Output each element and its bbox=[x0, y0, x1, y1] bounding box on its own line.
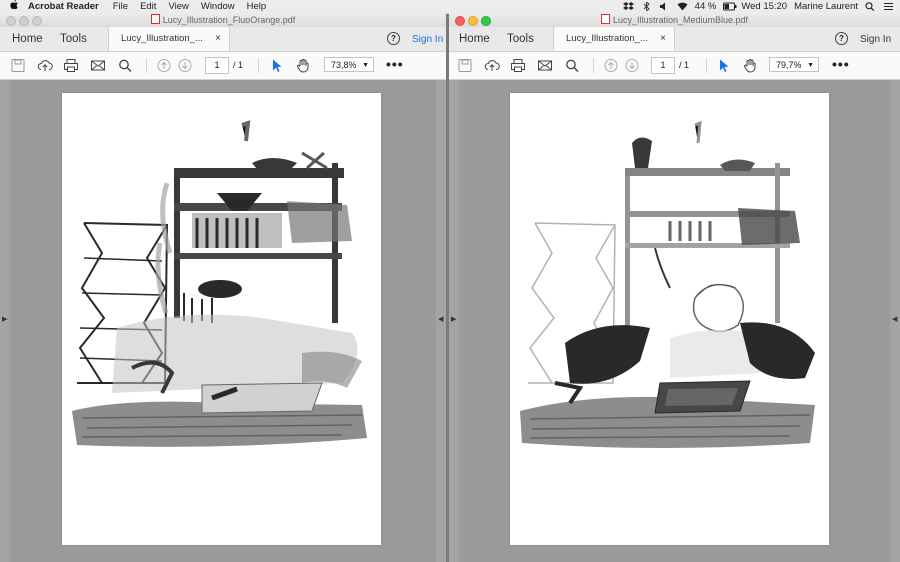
acrobat-window-left: Lucy_Illustration_FluoOrange.pdf Home To… bbox=[0, 13, 446, 562]
menu-file[interactable]: File bbox=[113, 1, 128, 12]
upload-icon[interactable] bbox=[37, 58, 53, 73]
right-panel-toggle[interactable]: ◀ bbox=[436, 80, 446, 562]
battery-percent: 44 % bbox=[694, 1, 717, 12]
close-tab-icon[interactable]: × bbox=[660, 27, 666, 51]
more-options-icon[interactable]: ••• bbox=[386, 56, 404, 72]
close-tab-icon[interactable]: × bbox=[215, 27, 221, 51]
page-total: / 1 bbox=[679, 60, 690, 70]
illustration-image bbox=[72, 120, 367, 447]
acrobat-window-right: Lucy_Illustration_MediumBlue.pdf Home To… bbox=[449, 13, 900, 562]
zoom-window-button[interactable] bbox=[32, 16, 42, 26]
page-number-input[interactable]: 1 bbox=[205, 57, 229, 74]
zoom-search-icon[interactable] bbox=[564, 58, 580, 73]
menu-edit[interactable]: Edit bbox=[140, 1, 156, 12]
pdf-page bbox=[62, 93, 381, 545]
menu-help[interactable]: Help bbox=[247, 1, 267, 12]
document-area[interactable]: ▶ ◀ bbox=[449, 80, 900, 562]
apple-icon[interactable] bbox=[10, 0, 20, 13]
battery-icon[interactable] bbox=[723, 2, 737, 11]
search-icon[interactable] bbox=[865, 2, 876, 12]
tab-bar: Home Tools Lucy_Illustration_... × ? Sig… bbox=[0, 27, 446, 52]
wifi-icon[interactable] bbox=[677, 2, 688, 11]
email-icon[interactable] bbox=[90, 58, 106, 73]
close-window-button[interactable] bbox=[455, 16, 465, 26]
tab-bar: Home Tools Lucy_Illustration_... × ? Sig… bbox=[449, 27, 900, 52]
chevron-right-icon: ▶ bbox=[2, 316, 8, 323]
title-bar[interactable]: Lucy_Illustration_MediumBlue.pdf bbox=[449, 13, 900, 27]
minimize-window-button[interactable] bbox=[468, 16, 478, 26]
pdf-file-icon bbox=[600, 14, 610, 24]
email-icon[interactable] bbox=[537, 58, 553, 73]
print-icon[interactable] bbox=[510, 58, 526, 73]
upload-icon[interactable] bbox=[484, 58, 500, 73]
help-icon[interactable]: ? bbox=[835, 32, 848, 45]
hand-icon[interactable] bbox=[742, 58, 758, 73]
menu-window[interactable]: Window bbox=[201, 1, 235, 12]
zoom-select[interactable]: 73,8% ▼ bbox=[324, 57, 374, 72]
page-number-input[interactable]: 1 bbox=[651, 57, 675, 74]
volume-icon[interactable] bbox=[659, 2, 670, 11]
print-icon[interactable] bbox=[63, 58, 79, 73]
left-panel-toggle[interactable]: ▶ bbox=[449, 80, 459, 562]
more-options-icon[interactable]: ••• bbox=[832, 56, 850, 72]
toolbar: 1 / 1 73,8% ▼ ••• bbox=[0, 52, 446, 80]
save-icon[interactable] bbox=[457, 58, 473, 73]
zoom-value: 79,7% bbox=[776, 60, 802, 70]
menu-view[interactable]: View bbox=[168, 1, 188, 12]
page-total: / 1 bbox=[233, 60, 244, 70]
select-arrow-icon[interactable] bbox=[268, 58, 284, 73]
toolbar-divider bbox=[706, 58, 707, 73]
chevron-down-icon: ▼ bbox=[362, 62, 369, 69]
chevron-left-icon: ◀ bbox=[438, 316, 444, 323]
page-up-icon[interactable] bbox=[156, 58, 172, 73]
home-tab[interactable]: Home bbox=[459, 33, 490, 45]
save-icon[interactable] bbox=[10, 58, 26, 73]
zoom-window-button[interactable] bbox=[481, 16, 491, 26]
zoom-select[interactable]: 79,7% ▼ bbox=[769, 57, 819, 72]
right-panel-toggle[interactable]: ◀ bbox=[890, 80, 900, 562]
toolbar-divider bbox=[146, 58, 147, 73]
toolbar: 1 / 1 79,7% ▼ ••• bbox=[449, 52, 900, 80]
tools-tab[interactable]: Tools bbox=[60, 33, 87, 45]
sign-in-link[interactable]: Sign In bbox=[860, 34, 891, 45]
document-tab-label: Lucy_Illustration_... bbox=[121, 33, 203, 44]
left-panel-toggle[interactable]: ▶ bbox=[0, 80, 10, 562]
sign-in-link[interactable]: Sign In bbox=[412, 34, 443, 45]
document-area[interactable]: ▶ ◀ bbox=[0, 80, 446, 562]
toolbar-divider bbox=[593, 58, 594, 73]
clock[interactable]: Wed 15:20 bbox=[741, 1, 787, 12]
window-title: Lucy_Illustration_FluoOrange.pdf bbox=[162, 15, 296, 25]
document-tab-label: Lucy_Illustration_... bbox=[566, 33, 648, 44]
help-icon[interactable]: ? bbox=[387, 32, 400, 45]
bluetooth-icon[interactable] bbox=[641, 1, 652, 12]
illustration-image bbox=[520, 120, 815, 448]
chevron-right-icon: ▶ bbox=[451, 316, 457, 323]
chevron-left-icon: ◀ bbox=[892, 316, 898, 323]
pdf-page bbox=[510, 93, 829, 545]
toolbar-divider bbox=[258, 58, 259, 73]
document-tab[interactable]: Lucy_Illustration_... × bbox=[553, 27, 675, 51]
document-tab[interactable]: Lucy_Illustration_... × bbox=[108, 27, 230, 51]
title-bar[interactable]: Lucy_Illustration_FluoOrange.pdf bbox=[0, 13, 446, 27]
minimize-window-button[interactable] bbox=[19, 16, 29, 26]
dropbox-icon[interactable] bbox=[622, 2, 634, 11]
page-up-icon[interactable] bbox=[603, 58, 619, 73]
tools-tab[interactable]: Tools bbox=[507, 33, 534, 45]
select-arrow-icon[interactable] bbox=[715, 58, 731, 73]
page-down-icon[interactable] bbox=[624, 58, 640, 73]
zoom-search-icon[interactable] bbox=[117, 58, 133, 73]
page-down-icon[interactable] bbox=[177, 58, 193, 73]
menu-bar: Acrobat Reader File Edit View Window Hel… bbox=[0, 0, 900, 14]
pdf-file-icon bbox=[150, 14, 160, 24]
chevron-down-icon: ▼ bbox=[807, 62, 814, 69]
user-name[interactable]: Marine Laurent bbox=[794, 1, 858, 12]
close-window-button[interactable] bbox=[6, 16, 16, 26]
zoom-value: 73,8% bbox=[331, 60, 357, 70]
app-menu[interactable]: Acrobat Reader bbox=[28, 1, 99, 12]
list-icon[interactable] bbox=[883, 2, 894, 11]
hand-icon[interactable] bbox=[295, 58, 311, 73]
home-tab[interactable]: Home bbox=[12, 33, 43, 45]
window-title: Lucy_Illustration_MediumBlue.pdf bbox=[612, 15, 749, 25]
